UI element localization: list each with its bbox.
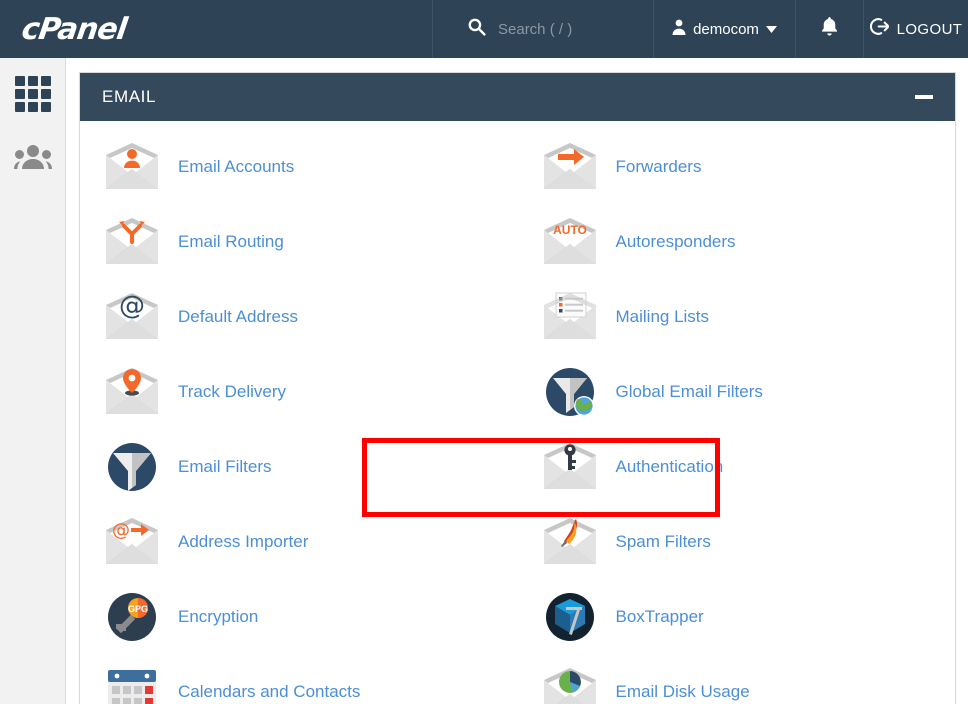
item-label: Email Disk Usage	[615, 681, 750, 701]
item-default-address[interactable]: @ Default Address	[80, 279, 518, 354]
people-icon	[13, 143, 52, 174]
item-email-filters[interactable]: Email Filters	[80, 429, 518, 504]
item-spam-filters[interactable]: Spam Filters	[518, 504, 956, 579]
item-label: Email Routing	[178, 231, 284, 251]
envelope-person-icon	[102, 141, 162, 193]
item-boxtrapper[interactable]: BoxTrapper	[518, 579, 956, 654]
item-email-disk-usage[interactable]: Email Disk Usage	[518, 654, 956, 704]
item-label: Email Accounts	[178, 156, 295, 176]
cpanel-logo: cPanel	[19, 11, 129, 47]
funnel-globe-icon	[540, 366, 600, 418]
envelope-pin-icon	[102, 366, 162, 418]
envelope-list-icon	[540, 291, 600, 343]
email-panel-header: EMAIL	[80, 73, 955, 121]
item-label: Authentication	[615, 456, 724, 476]
logout-label: LOGOUT	[896, 20, 963, 38]
item-address-importer[interactable]: @ Address Importer	[80, 504, 518, 579]
search-placeholder: Search ( / )	[498, 20, 573, 38]
item-label: BoxTrapper	[615, 606, 704, 626]
sidebar-item-user-manager[interactable]	[13, 138, 53, 178]
item-label: Spam Filters	[615, 531, 711, 551]
bell-icon	[821, 17, 838, 41]
item-label: Forwarders	[615, 156, 702, 176]
sidebar-item-apps-grid[interactable]	[13, 74, 53, 114]
gpg-key-icon: GPG	[102, 591, 162, 643]
item-label: Encryption	[178, 606, 259, 626]
item-label: Mailing Lists	[615, 306, 710, 326]
grid-icon	[14, 76, 51, 112]
item-calendars-and-contacts[interactable]: Calendars and Contacts	[80, 654, 518, 704]
funnel-icon	[102, 441, 162, 493]
box-trap-icon	[540, 591, 600, 643]
collapse-icon[interactable]	[915, 95, 933, 99]
user-icon	[672, 19, 686, 40]
svg-text:@: @	[119, 291, 145, 321]
cpanel-logo-cell[interactable]: cPanel	[0, 0, 432, 58]
user-name-label: democom	[693, 20, 759, 38]
logout-button[interactable]: LOGOUT	[864, 0, 968, 58]
main-content: EMAIL Email Accounts Forwarders Email Ro…	[67, 58, 968, 704]
item-email-accounts[interactable]: Email Accounts	[80, 129, 518, 204]
top-navigation-bar: cPanel Search ( / ) democom LOGOUT	[0, 0, 968, 58]
item-mailing-lists[interactable]: Mailing Lists	[518, 279, 956, 354]
search-box[interactable]: Search ( / )	[432, 0, 654, 58]
item-label: Track Delivery	[178, 381, 286, 401]
email-panel: EMAIL Email Accounts Forwarders Email Ro…	[79, 72, 956, 704]
item-label: Address Importer	[178, 531, 309, 551]
item-autoresponders[interactable]: AUTO Autoresponders	[518, 204, 956, 279]
search-icon	[467, 17, 486, 41]
page-title: EMAIL	[102, 87, 157, 106]
calendar-icon	[102, 666, 162, 704]
item-forwarders[interactable]: Forwarders	[518, 129, 956, 204]
item-authentication[interactable]: Authentication	[518, 429, 956, 504]
envelope-at-icon: @	[102, 291, 162, 343]
item-label: Autoresponders	[615, 231, 736, 251]
item-label: Global Email Filters	[615, 381, 763, 401]
svg-text:GPG: GPG	[128, 604, 148, 614]
envelope-arrow-icon	[540, 141, 600, 193]
user-menu[interactable]: democom	[654, 0, 796, 58]
envelope-auto-icon: AUTO	[540, 216, 600, 268]
envelope-pie-icon	[540, 666, 600, 704]
item-label: Default Address	[178, 306, 299, 326]
item-encryption[interactable]: GPG Encryption	[80, 579, 518, 654]
email-items-grid: Email Accounts Forwarders Email Routing …	[80, 121, 955, 704]
item-track-delivery[interactable]: Track Delivery	[80, 354, 518, 429]
item-label: Email Filters	[178, 456, 272, 476]
envelope-feather-icon	[540, 516, 600, 568]
svg-text:AUTO: AUTO	[553, 223, 587, 237]
svg-text:@: @	[112, 520, 130, 541]
chevron-down-icon	[765, 20, 777, 38]
item-label: Calendars and Contacts	[178, 681, 361, 701]
item-email-routing[interactable]: Email Routing	[80, 204, 518, 279]
sign-out-icon	[869, 17, 890, 41]
envelope-branch-icon	[102, 216, 162, 268]
envelope-key-icon	[540, 441, 600, 493]
item-global-email-filters[interactable]: Global Email Filters	[518, 354, 956, 429]
envelope-at-arrow-icon: @	[102, 516, 162, 568]
left-sidebar	[0, 58, 66, 704]
notifications-button[interactable]	[796, 0, 864, 58]
